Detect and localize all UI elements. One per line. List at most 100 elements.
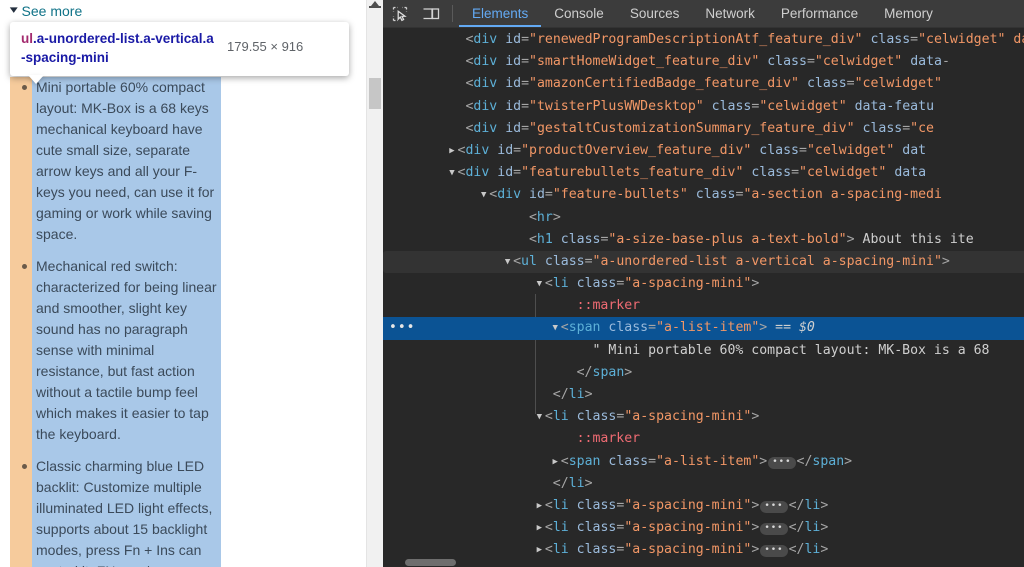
code-token-aval: "a-list-item" (656, 453, 760, 469)
bullet-text: Mini portable 60% compact layout: MK-Box… (36, 79, 215, 242)
scrollbar-thumb[interactable] (405, 559, 456, 566)
code-token-aval: "a-unordered-list a-vertical a-spacing-m… (592, 253, 942, 269)
twisty-expanded-icon[interactable] (478, 184, 489, 206)
twisty-collapsed-icon[interactable] (447, 140, 458, 162)
dom-tree-row[interactable]: ::marker (383, 295, 1024, 317)
code-token-punc (569, 409, 577, 424)
scrollbar-thumb[interactable] (369, 78, 381, 109)
twisty-collapsed-icon[interactable] (534, 495, 545, 517)
row-content: <div id="renewedProgramDescriptionAtf_fe… (383, 29, 1024, 51)
code-token-punc: = (799, 142, 807, 158)
twisty-collapsed-icon[interactable] (550, 451, 561, 473)
code-token-tag: span (568, 320, 601, 336)
see-more-link[interactable]: ▾ See more (10, 3, 82, 19)
tooltip-tail (28, 75, 44, 84)
code-token-punc: > (751, 276, 760, 292)
row-content: " Mini portable 60% compact layout: MK-B… (383, 340, 1024, 362)
dom-tree-horizontal-scrollbar[interactable] (383, 557, 1024, 567)
twisty-expanded-icon[interactable] (534, 273, 545, 295)
row-content: <div id="featurebullets_feature_div" cla… (383, 162, 1024, 184)
code-token-punc: < (544, 497, 553, 513)
twisty-expanded-icon[interactable] (502, 251, 513, 273)
code-token-tag: li (552, 542, 569, 558)
code-token-tag: li (552, 520, 569, 536)
code-token-marker: ::marker (576, 431, 641, 447)
page-vertical-scrollbar[interactable] (366, 0, 383, 567)
dom-tree-row[interactable]: <div id="gestaltCustomizationSummary_fea… (383, 118, 1024, 140)
dom-tree-row[interactable]: <ul class="a-unordered-list a-vertical a… (383, 250, 1024, 274)
collapsed-children-icon[interactable]: ••• (760, 500, 788, 513)
dom-tree-row[interactable]: <div id="renewedProgramDescriptionAtf_fe… (383, 29, 1024, 51)
code-token-punc (704, 99, 712, 114)
code-token-aval: "celwidget" data-feature (918, 32, 1024, 47)
code-token-aval: "a-spacing-mini" (624, 520, 752, 536)
tab-performance[interactable]: Performance (768, 0, 871, 27)
dom-tree-row[interactable]: <h1 class="a-size-base-plus a-text-bold"… (383, 229, 1024, 251)
code-token-tag: div (473, 76, 498, 92)
dom-tree-row[interactable]: <li class="a-spacing-mini">•••</li> (383, 495, 1024, 517)
scroll-to-top-bar-icon[interactable] (369, 6, 381, 8)
code-token-punc: = (902, 120, 911, 136)
code-token-tag: span (568, 453, 601, 469)
collapsed-children-icon[interactable]: ••• (768, 456, 796, 469)
code-token-punc: < (544, 542, 553, 558)
row-content: ::marker (383, 428, 1024, 450)
tab-sources[interactable]: Sources (617, 0, 693, 27)
twisty-expanded-icon[interactable] (534, 406, 545, 428)
code-token-punc: < (544, 409, 553, 425)
row-content: <li class="a-spacing-mini"> (383, 406, 1024, 428)
dom-tree-row[interactable]: <li class="a-spacing-mini"> (383, 406, 1024, 428)
dom-tree-row[interactable]: <div id="amazonCertifiedBadge_feature_di… (383, 73, 1024, 95)
dom-tree-row[interactable]: <div id="feature-bullets" class="a-secti… (383, 184, 1024, 206)
code-token-punc (855, 121, 863, 136)
code-token-aval: "gestaltCustomizationSummary_feature_div… (529, 120, 855, 136)
code-token-aval: "a-spacing-mini" (624, 276, 752, 292)
code-token-aname: id (505, 76, 522, 92)
inspect-element-icon[interactable] (386, 1, 413, 27)
code-token-punc: > (751, 520, 760, 536)
code-token-aname: class (608, 453, 649, 469)
code-token-tag: div (473, 32, 498, 47)
tab-network[interactable]: Network (692, 0, 768, 27)
dom-tree-row[interactable]: <div id="productOverview_feature_div" cl… (383, 140, 1024, 162)
collapsed-children-icon[interactable]: ••• (760, 523, 788, 536)
dom-tree-row[interactable]: " Mini portable 60% compact layout: MK-B… (383, 340, 1024, 362)
code-token-aname: class (767, 54, 807, 70)
tab-elements[interactable]: Elements (459, 0, 542, 27)
code-token-aval: "celwidget" (759, 98, 847, 114)
dom-tree-row[interactable]: </li> (383, 473, 1024, 495)
code-token-punc: = (910, 32, 919, 47)
dom-tree-row[interactable]: <div id="twisterPlusWWDesktop" class="ce… (383, 96, 1024, 118)
code-token-tag: li (568, 387, 585, 402)
code-token-punc (537, 254, 545, 269)
dom-tree-row[interactable]: ::marker (383, 428, 1024, 450)
dom-tree-row[interactable]: </li> (383, 384, 1024, 406)
dom-tree-row[interactable]: <li class="a-spacing-mini"> (383, 273, 1024, 295)
dom-tree-row[interactable]: <div id="featurebullets_feature_div" cla… (383, 162, 1024, 184)
twisty-collapsed-icon[interactable] (534, 517, 545, 539)
tab-console[interactable]: Console (541, 0, 617, 27)
dom-tree-row[interactable]: •••<span class="a-list-item"> == $0 (383, 317, 1024, 340)
code-token-aname: class (576, 520, 617, 536)
row-content: <li class="a-spacing-mini">•••</li> (383, 517, 1024, 539)
dom-tree-row[interactable]: <span class="a-list-item">•••</span> (383, 451, 1024, 473)
code-token-aval: "feature-bullets" (552, 187, 688, 203)
code-token-tag: h1 (536, 231, 553, 247)
dom-tree-view[interactable]: <div id="renewedProgramDescriptionAtf_fe… (383, 28, 1024, 567)
code-token-tag: li (804, 542, 821, 558)
list-item: Classic charming blue LED backlit: Custo… (22, 456, 223, 567)
tab-memory[interactable]: Memory (871, 0, 946, 27)
device-toolbar-icon[interactable] (417, 1, 444, 27)
twisty-expanded-icon[interactable] (447, 162, 458, 184)
dom-tree-row[interactable]: <li class="a-spacing-mini">•••</li> (383, 517, 1024, 539)
code-token-punc (902, 54, 910, 69)
dom-tree-row[interactable]: <div id="smartHomeWidget_feature_div" cl… (383, 51, 1024, 73)
tab-label: Performance (780, 6, 859, 21)
twisty-expanded-icon[interactable] (550, 317, 561, 339)
dom-tree-row[interactable]: </span> (383, 362, 1024, 384)
dom-tree-row[interactable]: <hr> (383, 207, 1024, 229)
code-token-punc (497, 99, 505, 114)
bullet-text: Mechanical red switch: characterized for… (36, 258, 217, 442)
inspector-selector-text: ul.a-unordered-list.a-vertical.a-spacing… (21, 29, 217, 67)
collapsed-children-icon[interactable]: ••• (760, 545, 788, 558)
